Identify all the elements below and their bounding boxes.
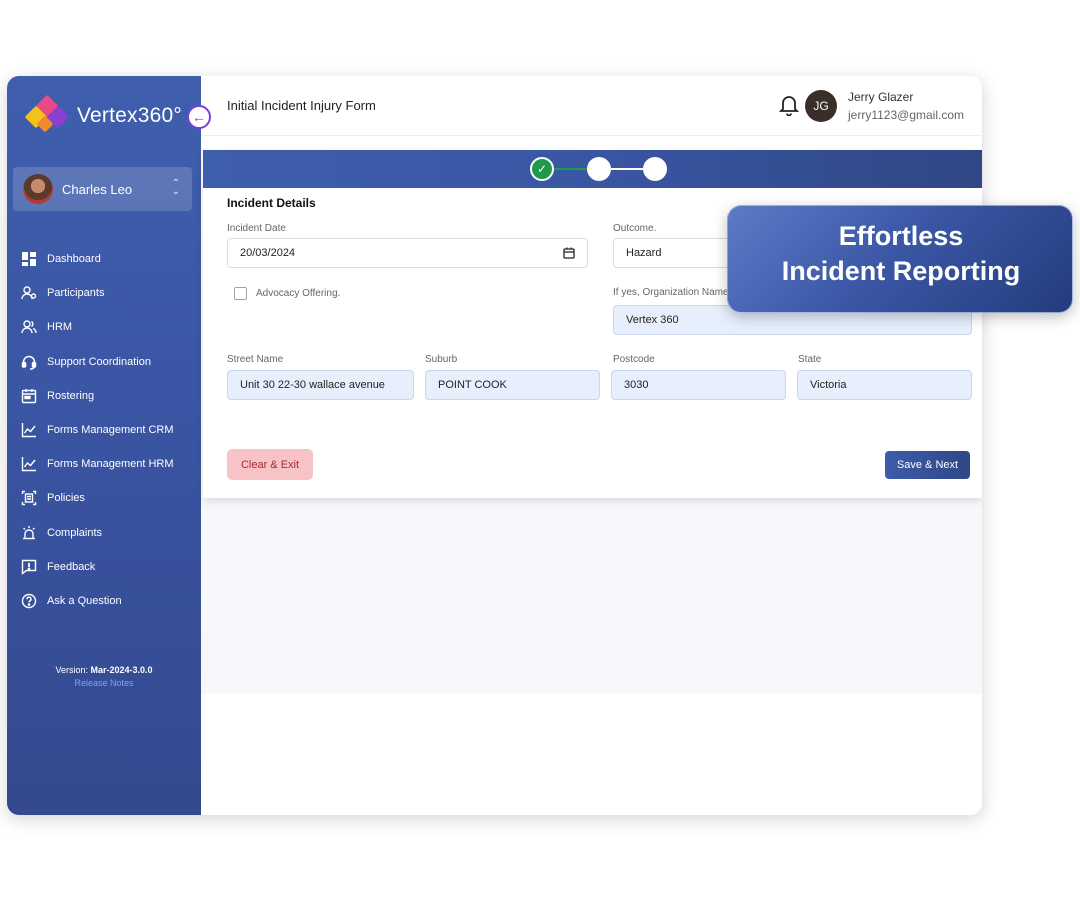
release-notes-link[interactable]: Release Notes (7, 678, 201, 688)
sidebar-item-forms-management-hrm[interactable]: Forms Management HRM (7, 447, 201, 481)
avatar[interactable]: JG (805, 90, 837, 122)
brand-name: Vertex360° (77, 104, 182, 127)
sidebar-item-policies[interactable]: Policies (7, 481, 201, 515)
sidebar-item-label: Support Coordination (47, 355, 151, 368)
sidebar: Vertex360° Charles Leo ⌃ ⌄ Dashboard Par… (7, 76, 201, 815)
header-user-email: jerry1123@gmail.com (848, 108, 964, 122)
step-3[interactable] (643, 157, 667, 181)
sidebar-item-label: Ask a Question (47, 594, 122, 607)
sidebar-item-rostering[interactable]: Rostering (7, 379, 201, 413)
sidebar-item-complaints[interactable]: Complaints (7, 516, 201, 550)
street-field[interactable]: Unit 30 22-30 wallace avenue (227, 370, 414, 400)
alarm-icon (20, 524, 38, 542)
bell-icon[interactable] (778, 94, 800, 117)
postcode-field[interactable]: 3030 (611, 370, 786, 400)
sidebar-item-label: Participants (47, 287, 105, 300)
stage: Vertex360° Charles Leo ⌃ ⌄ Dashboard Par… (0, 0, 1080, 908)
step-2[interactable] (587, 157, 611, 181)
org-name-value: Vertex 360 (626, 314, 679, 326)
content-background (201, 498, 982, 694)
main-content: Initial Incident Injury Form JG Jerry Gl… (201, 76, 982, 815)
header-user-name: Jerry Glazer (848, 90, 914, 104)
collapse-sidebar-button[interactable]: ← (187, 105, 211, 129)
sidebar-item-label: Rostering (47, 389, 95, 402)
avatar (23, 174, 53, 204)
users-icon (20, 318, 38, 336)
current-user-name: Charles Leo (62, 181, 133, 197)
sidebar-nav: Dashboard Participants HRM Support Coord… (7, 242, 201, 618)
sidebar-item-forms-management-crm[interactable]: Forms Management CRM (7, 413, 201, 447)
document-icon (20, 489, 38, 507)
version-info: Version: Mar-2024-3.0.0 (7, 665, 201, 675)
user-switcher[interactable]: Charles Leo ⌃ ⌄ (13, 167, 192, 211)
chevron-up-down-icon: ⌃ ⌄ (171, 178, 180, 197)
headset-icon (20, 353, 38, 371)
callout-line-1: Effortless (838, 221, 964, 251)
advocacy-label: Advocacy Offering. (256, 288, 341, 299)
sidebar-item-label: Forms Management CRM (47, 424, 174, 437)
suburb-field[interactable]: POINT COOK (425, 370, 600, 400)
calendar-icon (20, 387, 38, 405)
logo-mark-icon (24, 94, 70, 136)
brand-logo[interactable]: Vertex360° (24, 94, 182, 136)
sidebar-item-hrm[interactable]: HRM (7, 310, 201, 344)
incident-date-label: Incident Date (227, 223, 286, 234)
participants-icon (20, 284, 38, 302)
outcome-value: Hazard (626, 247, 662, 259)
section-title: Incident Details (227, 196, 316, 210)
sidebar-item-label: Policies (47, 492, 85, 505)
incident-form-card: ✓ Incident Details Incident Date 20/03/2… (203, 150, 982, 498)
chart-line-icon (20, 455, 38, 473)
street-value: Unit 30 22-30 wallace avenue (240, 379, 385, 391)
sidebar-item-feedback[interactable]: Feedback (7, 550, 201, 584)
question-icon (20, 592, 38, 610)
chart-line-icon (20, 421, 38, 439)
sidebar-item-label: Complaints (47, 526, 103, 539)
state-label: State (798, 354, 822, 365)
app-window: Vertex360° Charles Leo ⌃ ⌄ Dashboard Par… (7, 76, 982, 815)
outcome-select[interactable]: Hazard (613, 238, 743, 268)
sidebar-item-dashboard[interactable]: Dashboard (7, 242, 201, 276)
page-title: Initial Incident Injury Form (227, 98, 376, 113)
incident-date-value: 20/03/2024 (240, 247, 296, 259)
org-name-label: If yes, Organization Name (613, 287, 729, 298)
step-1-complete[interactable]: ✓ (530, 157, 554, 181)
suburb-label: Suburb (425, 354, 458, 365)
sidebar-item-label: Dashboard (47, 253, 101, 266)
street-label: Street Name (227, 354, 284, 365)
form-stepper: ✓ (203, 150, 982, 188)
postcode-value: 3030 (624, 379, 649, 391)
save-next-button[interactable]: Save & Next (885, 451, 970, 479)
state-value: Victoria (810, 379, 847, 391)
calendar-icon[interactable] (563, 247, 575, 259)
arrow-left-icon: ← (192, 109, 206, 125)
incident-date-field[interactable]: 20/03/2024 (227, 238, 588, 268)
feature-callout: Effortless Incident Reporting (727, 205, 1073, 313)
check-icon: ✓ (536, 162, 548, 176)
sidebar-item-participants[interactable]: Participants (7, 276, 201, 310)
dashboard-icon (20, 250, 38, 268)
postcode-label: Postcode (613, 354, 655, 365)
sidebar-item-label: HRM (47, 321, 73, 334)
callout-line-2: Incident Reporting (781, 256, 1021, 286)
advocacy-checkbox[interactable] (234, 287, 247, 300)
sidebar-item-support-coordination[interactable]: Support Coordination (7, 345, 201, 379)
sidebar-item-ask-a-question[interactable]: Ask a Question (7, 584, 201, 618)
top-header: Initial Incident Injury Form JG Jerry Gl… (201, 76, 982, 136)
version-prefix: Version: (55, 665, 88, 675)
clear-exit-button[interactable]: Clear & Exit (227, 449, 313, 480)
sidebar-item-label: Forms Management HRM (47, 458, 174, 471)
feedback-icon (20, 558, 38, 576)
version-number: Mar-2024-3.0.0 (90, 665, 153, 675)
outcome-label: Outcome. (613, 223, 657, 234)
suburb-value: POINT COOK (438, 379, 507, 391)
state-field[interactable]: Victoria (797, 370, 972, 400)
sidebar-item-label: Feedback (47, 560, 96, 573)
